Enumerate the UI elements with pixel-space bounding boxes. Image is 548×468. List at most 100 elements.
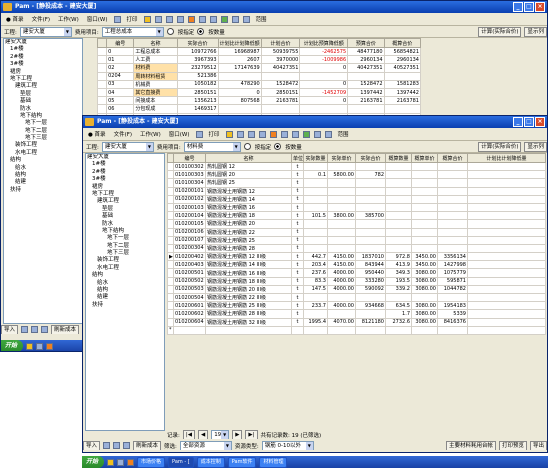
cell-value[interactable]: 4150.00: [327, 260, 356, 270]
cell-name[interactable]: 钢筋混凝土用钢筋 22: [205, 227, 292, 237]
cell-value[interactable]: 972.8: [385, 252, 412, 262]
col-header-actual-price[interactable]: 实际单价: [327, 153, 356, 163]
table-row[interactable]: 02 材料费 23279512 17147639 40427351 0 40427351 40…: [96, 63, 422, 73]
cell-value[interactable]: 0: [299, 96, 349, 106]
check-icon[interactable]: [269, 130, 277, 138]
cell-value[interactable]: 2163781: [383, 96, 422, 106]
row-selector[interactable]: [96, 71, 108, 81]
minimize-button[interactable]: _: [513, 2, 523, 12]
table-row[interactable]: 010200101 钢筋混凝土用钢筋 12 t: [167, 186, 546, 196]
cell-value[interactable]: 3967393: [176, 55, 219, 65]
col-header-plan-reduction[interactable]: 计划比计划降低量: [467, 153, 546, 163]
cell-value[interactable]: [303, 235, 328, 245]
cell-value[interactable]: [467, 252, 546, 262]
cell-value[interactable]: 4000.00: [327, 268, 356, 278]
tree-item[interactable]: 地下一层: [86, 235, 164, 242]
cell-value[interactable]: [217, 71, 262, 81]
cell-value[interactable]: 1528472: [260, 79, 301, 89]
cell-value[interactable]: [467, 292, 546, 303]
delete-icon[interactable]: [231, 15, 239, 23]
cell-unit[interactable]: t: [291, 317, 304, 327]
cell-value[interactable]: 3800.00: [327, 211, 356, 221]
lock-icon[interactable]: [291, 130, 299, 138]
task-button[interactable]: 成本控制: [196, 456, 225, 468]
cell-no[interactable]: 04: [106, 87, 135, 98]
cell-no[interactable]: 010100303: [173, 170, 206, 180]
cell-value[interactable]: 1397442: [347, 87, 385, 98]
maximize-button[interactable]: □: [524, 117, 534, 127]
table-row[interactable]: ▶ 010200402 钢筋混凝土用钢筋 12 III级 t 442.7 4150.00 1…: [167, 252, 546, 262]
cell-value[interactable]: [467, 178, 546, 188]
cell-value[interactable]: 40527351: [383, 63, 422, 73]
cell-no[interactable]: 010200601: [173, 301, 206, 311]
radio-quantity[interactable]: [274, 143, 282, 150]
cell-value[interactable]: 333280: [355, 276, 386, 286]
empty-cell[interactable]: [437, 325, 468, 335]
cell-value[interactable]: [303, 202, 328, 213]
cell-value[interactable]: [437, 202, 468, 213]
cell-no[interactable]: 010200101: [173, 186, 206, 196]
row-selector[interactable]: [96, 63, 108, 73]
cell-value[interactable]: [437, 243, 468, 254]
cell-no[interactable]: 010200106: [173, 227, 206, 237]
export-button[interactable]: 导出: [529, 441, 547, 450]
row-selector[interactable]: [96, 87, 108, 98]
cell-value[interactable]: -1009986: [299, 55, 349, 65]
col-header-est-price[interactable]: 概算单价: [411, 153, 438, 163]
cell-no[interactable]: 010200501: [173, 268, 206, 278]
tree-item[interactable]: 地下二层: [86, 243, 164, 250]
tree-item[interactable]: 1#楼: [86, 161, 164, 168]
cell-unit[interactable]: t: [291, 268, 304, 278]
table-row[interactable]: 0 工程总成本 10972766 16968987 50939755 -2462575 48…: [96, 46, 422, 57]
cell-value[interactable]: -1452709: [299, 87, 349, 98]
radio-specified[interactable]: [166, 28, 174, 35]
quicklaunch-icon[interactable]: [26, 342, 34, 350]
cell-value[interactable]: [355, 292, 386, 303]
row-selector[interactable]: ▶: [167, 252, 174, 262]
cell-value[interactable]: 233.7: [303, 301, 328, 311]
menu-print[interactable]: 打印: [125, 15, 140, 23]
cell-name[interactable]: 钢筋混凝土用钢筋 14 III级: [205, 260, 292, 270]
cell-value[interactable]: [355, 186, 386, 196]
cell-value[interactable]: 83.3: [303, 276, 328, 286]
cell-value[interactable]: [327, 235, 356, 245]
calc-button[interactable]: 计算(实际合价): [478, 26, 522, 37]
table-row[interactable]: 0204 周转材料租赁 521386: [96, 71, 422, 81]
cell-value[interactable]: [437, 170, 468, 180]
table-row[interactable]: 010200502 钢筋混凝土用钢筋 18 III级 t 83.3 4000.00 333…: [167, 276, 546, 286]
cell-value[interactable]: [467, 161, 546, 172]
menu-file[interactable]: 文件(F): [112, 130, 134, 138]
cell-value[interactable]: [355, 219, 386, 229]
zoom-icon[interactable]: [324, 130, 332, 138]
task-button[interactable]: 市场价格: [137, 456, 166, 468]
cell-value[interactable]: 50939755: [260, 46, 301, 57]
cell-value[interactable]: [467, 170, 546, 180]
table-row[interactable]: 010200304 钢筋混凝土用钢筋 28 t: [167, 243, 546, 254]
check-icon[interactable]: [187, 15, 195, 23]
cell-value[interactable]: 521386: [176, 71, 219, 81]
ledger-button[interactable]: 主要材料耗用台帐: [445, 441, 496, 450]
cell-value[interactable]: [260, 104, 301, 114]
row-selector[interactable]: [96, 79, 108, 89]
cell-value[interactable]: 5800.00: [327, 170, 356, 180]
cell-value[interactable]: 1581283: [383, 79, 422, 89]
cell-no[interactable]: 010200304: [173, 243, 206, 254]
cell-value[interactable]: [385, 235, 412, 245]
col-header-budget-reduction[interactable]: 计划比预算降低额: [299, 38, 349, 48]
cell-no[interactable]: 02: [106, 63, 135, 73]
cell-value[interactable]: [355, 161, 386, 172]
cell-value[interactable]: 3080.00: [411, 301, 438, 311]
cell-no[interactable]: 010200102: [173, 194, 206, 204]
save-icon[interactable]: [103, 442, 111, 449]
col-header-estimate[interactable]: 概算合价: [383, 38, 422, 48]
col-header-unit[interactable]: 单位: [291, 153, 304, 163]
table-row[interactable]: 010200102 钢筋混凝土用钢筋 14 t: [167, 194, 546, 204]
cell-no[interactable]: 010100302: [173, 161, 206, 172]
cell-value[interactable]: [303, 227, 328, 237]
cell-unit[interactable]: t: [291, 284, 304, 295]
cell-value[interactable]: 56854821: [383, 46, 422, 57]
cell-value[interactable]: 950440: [355, 268, 386, 278]
table-row[interactable]: 05 间接成本 1356213 807568 2163781 0 2163781 216378…: [96, 96, 422, 106]
col-header-plan[interactable]: 计划合价: [260, 38, 301, 48]
cell-value[interactable]: 1075779: [437, 268, 468, 278]
